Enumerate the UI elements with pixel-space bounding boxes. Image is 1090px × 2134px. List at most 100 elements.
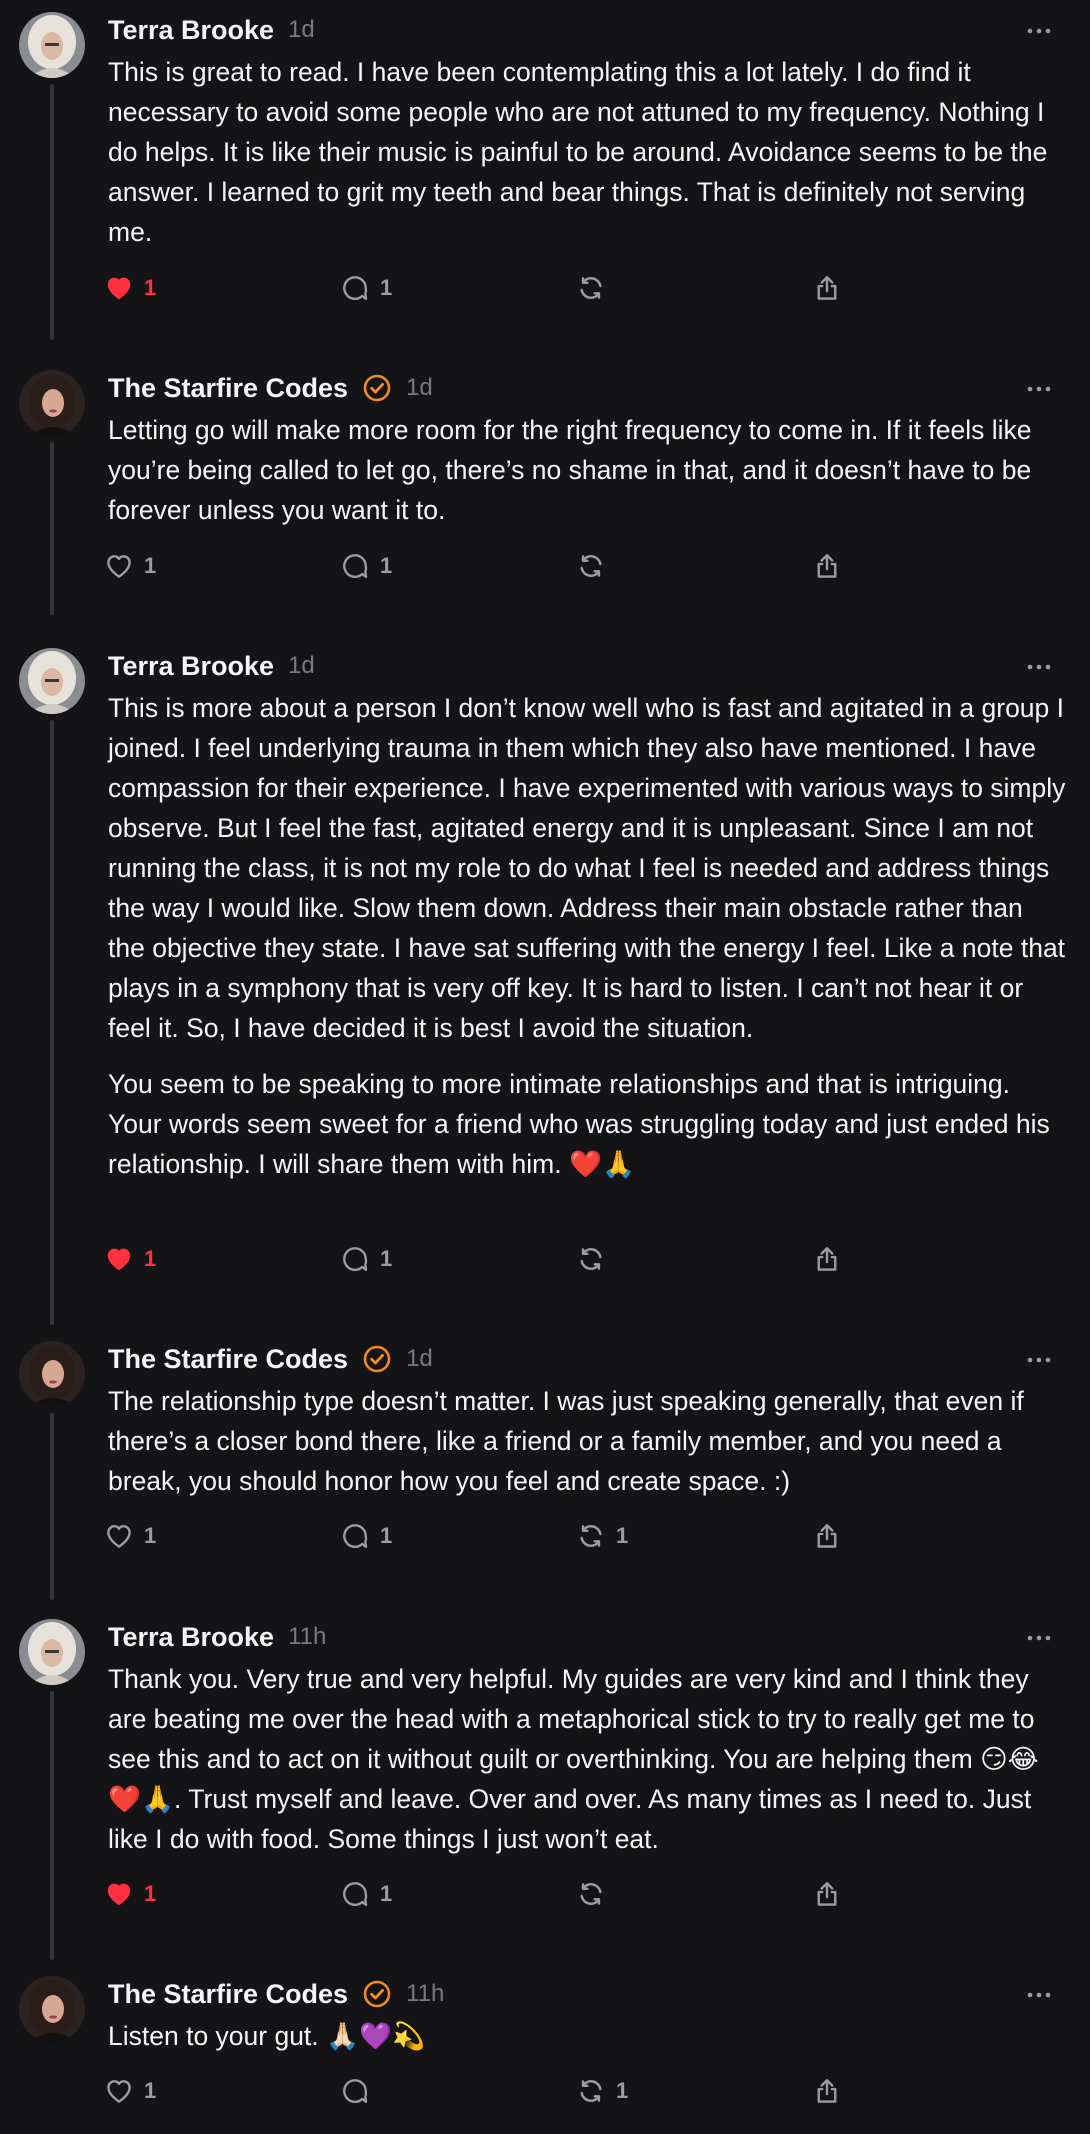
like-button[interactable]: 1 [104, 1516, 156, 1556]
like-button[interactable]: 1 [104, 1874, 156, 1914]
share-button[interactable] [812, 1874, 842, 1914]
more-options-icon[interactable] [1024, 1623, 1054, 1653]
post-paragraph: This is great to read. I have been conte… [108, 57, 1048, 247]
comment-icon [340, 551, 370, 581]
post-text: This is more about a person I don’t know… [108, 688, 1066, 1184]
avatar[interactable] [19, 12, 85, 78]
reply-count: 1 [380, 1881, 393, 1906]
post-header: Terra Brooke 1d [108, 648, 315, 684]
reply-button[interactable] [340, 2071, 370, 2111]
like-button[interactable]: 1 [104, 2071, 156, 2111]
like-count: 1 [144, 1523, 157, 1548]
heart-icon [104, 273, 134, 303]
comment-icon [340, 273, 370, 303]
thread-connector-line [50, 1413, 54, 1600]
author-name[interactable]: Terra Brooke [108, 651, 274, 682]
post-header: The Starfire Codes 1d [108, 370, 433, 406]
like-button[interactable]: 1 [104, 546, 156, 586]
post-timestamp[interactable]: 1d [288, 652, 315, 680]
more-options-icon[interactable] [1024, 1980, 1054, 2010]
comment-icon [340, 1244, 370, 1274]
thread-connector-line [50, 720, 54, 1325]
post-actions: 11 [104, 2071, 864, 2111]
reply-button[interactable]: 1 [340, 1516, 392, 1556]
post-text: Thank you. Very true and very helpful. M… [108, 1659, 1066, 1859]
avatar[interactable] [19, 648, 85, 714]
share-button[interactable] [812, 1239, 842, 1279]
share-button[interactable] [812, 546, 842, 586]
reply-post: The Starfire Codes 1d The relationship typ… [0, 1329, 1090, 1600]
post-header: The Starfire Codes 11h [108, 1976, 444, 2012]
reply-count: 1 [380, 553, 393, 578]
share-icon [812, 551, 842, 581]
repost-button[interactable]: 1 [576, 1516, 628, 1556]
reply-button[interactable]: 1 [340, 1239, 392, 1279]
post-timestamp[interactable]: 1d [406, 374, 433, 402]
repost-count: 1 [616, 2078, 629, 2103]
more-options-icon[interactable] [1024, 1345, 1054, 1375]
share-icon [812, 273, 842, 303]
thread-connector-line [50, 84, 54, 340]
author-name[interactable]: Terra Brooke [108, 1622, 274, 1653]
avatar[interactable] [19, 1341, 85, 1407]
share-button[interactable] [812, 2071, 842, 2111]
author-name[interactable]: The Starfire Codes [108, 1344, 348, 1375]
repost-button[interactable] [576, 546, 606, 586]
author-name[interactable]: The Starfire Codes [108, 373, 348, 404]
repost-button[interactable] [576, 1874, 606, 1914]
heart-icon [104, 2076, 134, 2106]
like-count: 1 [144, 1881, 157, 1906]
like-button[interactable]: 1 [104, 1239, 156, 1279]
author-name[interactable]: The Starfire Codes [108, 1979, 348, 2010]
verified-badge-icon [362, 373, 392, 403]
avatar[interactable] [19, 370, 85, 436]
post-paragraph: The relationship type doesn’t matter. I … [108, 1386, 1024, 1496]
comment-icon [340, 1879, 370, 1909]
reply-count: 1 [380, 1246, 393, 1271]
post-paragraph: Letting go will make more room for the r… [108, 415, 1032, 525]
reply-button[interactable]: 1 [340, 268, 392, 308]
repost-button[interactable]: 1 [576, 2071, 628, 2111]
heart-icon [104, 1879, 134, 1909]
post-timestamp[interactable]: 11h [406, 1980, 444, 2008]
thread-connector-line [50, 442, 54, 615]
post-paragraph: Thank you. Very true and very helpful. M… [108, 1664, 1039, 1854]
share-icon [812, 1521, 842, 1551]
share-button[interactable] [812, 268, 842, 308]
post-timestamp[interactable]: 1d [288, 16, 315, 44]
post-header: Terra Brooke 1d [108, 12, 315, 48]
reply-post: The Starfire Codes 11h Listen to your gut.… [0, 1964, 1090, 2131]
repost-icon [576, 1879, 606, 1909]
like-count: 1 [144, 553, 157, 578]
reply-post: Terra Brooke 11h Thank you. Very true and … [0, 1607, 1090, 1960]
avatar[interactable] [19, 1976, 85, 2042]
share-icon [812, 1244, 842, 1274]
post-actions: 1 1 1 [104, 1516, 864, 1556]
reply-button[interactable]: 1 [340, 546, 392, 586]
repost-button[interactable] [576, 268, 606, 308]
post-header: The Starfire Codes 1d [108, 1341, 433, 1377]
post-actions: 11 [104, 268, 864, 308]
heart-icon [104, 1244, 134, 1274]
reply-count: 1 [380, 1523, 393, 1548]
post-actions: 11 [104, 1874, 864, 1914]
reply-post: The Starfire Codes 1d Letting go will make… [0, 358, 1090, 615]
like-button[interactable]: 1 [104, 268, 156, 308]
repost-icon [576, 2076, 606, 2106]
more-options-icon[interactable] [1024, 374, 1054, 404]
share-button[interactable] [812, 1516, 842, 1556]
post-actions: 11 [104, 1239, 864, 1279]
post-text: Letting go will make more room for the r… [108, 410, 1066, 530]
repost-button[interactable] [576, 1239, 606, 1279]
share-icon [812, 2076, 842, 2106]
reply-post: Terra Brooke 1d This is great to read. I h… [0, 0, 1090, 340]
repost-icon [576, 551, 606, 581]
more-options-icon[interactable] [1024, 16, 1054, 46]
post-timestamp[interactable]: 11h [288, 1623, 326, 1651]
reply-button[interactable]: 1 [340, 1874, 392, 1914]
author-name[interactable]: Terra Brooke [108, 15, 274, 46]
avatar[interactable] [19, 1619, 85, 1685]
post-timestamp[interactable]: 1d [406, 1345, 433, 1373]
like-count: 1 [144, 275, 157, 300]
more-options-icon[interactable] [1024, 652, 1054, 682]
